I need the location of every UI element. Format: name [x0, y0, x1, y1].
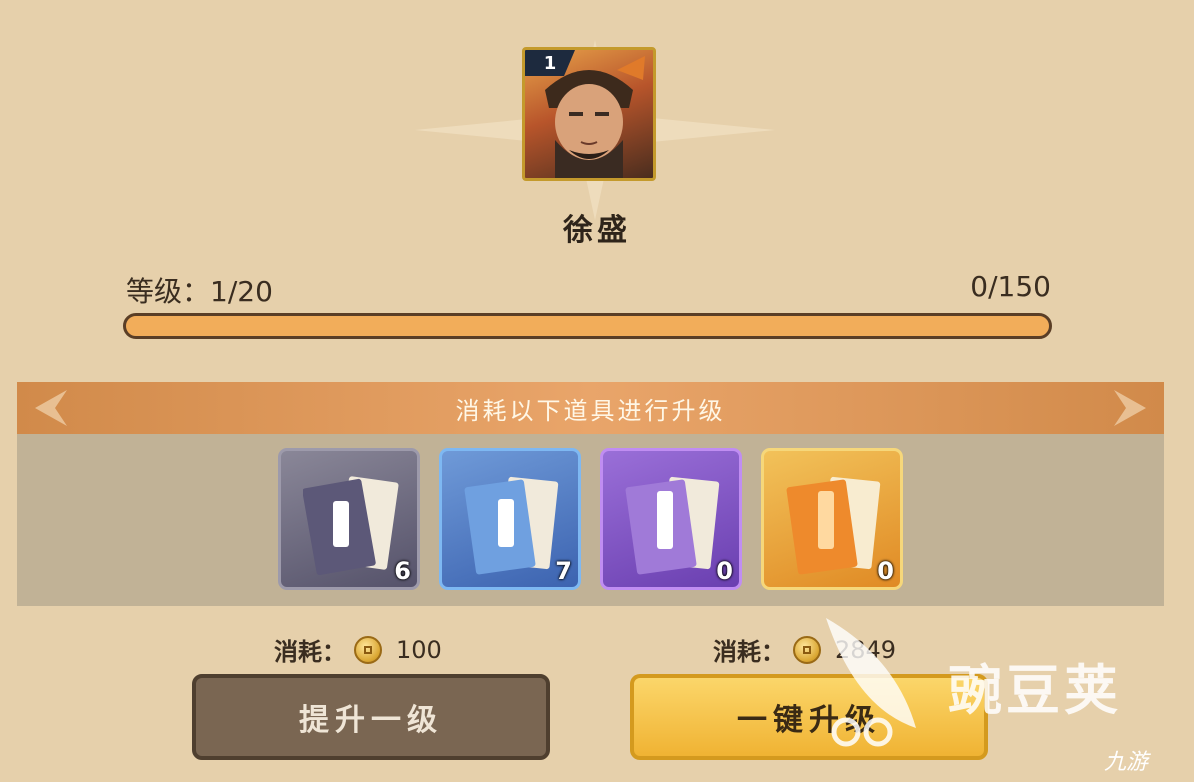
upgrade-one-button[interactable]: 提升一级 — [192, 674, 550, 760]
cost-amount: 100 — [396, 635, 442, 664]
item-count: 0 — [877, 557, 894, 585]
cost-label: 消耗： — [274, 638, 346, 666]
banner-left-ornament-icon — [35, 390, 67, 426]
item-count: 6 — [394, 557, 411, 585]
section-title: 消耗以下道具进行升级 — [455, 396, 726, 425]
level-label: 等级： — [126, 275, 211, 308]
banner-right-ornament-icon — [1114, 390, 1146, 426]
watermark-logo-icon — [826, 618, 916, 747]
exp-value: 0/150 — [970, 270, 1051, 303]
book-icon — [303, 476, 399, 575]
level-display: 等级：1/20 — [126, 270, 273, 310]
items-panel — [17, 434, 1164, 606]
watermark-text: 豌豆荚 — [948, 659, 1122, 722]
item-wuzi-bingfa[interactable]: 0 — [600, 448, 742, 590]
cost-single: 消耗： 100 — [274, 632, 442, 667]
hero-name: 徐盛 — [563, 213, 631, 248]
book-icon — [464, 476, 559, 575]
item-sunzi-bingfa[interactable]: 0 — [761, 448, 903, 590]
brand-watermark: 九游 — [1104, 750, 1149, 775]
cost-label: 消耗： — [713, 638, 785, 666]
exp-progress-bar — [123, 313, 1052, 339]
level-value: 1/20 — [210, 275, 273, 308]
item-sanlue[interactable]: 6 — [278, 448, 420, 590]
item-count: 7 — [555, 557, 572, 585]
item-count: 0 — [716, 557, 733, 585]
coin-icon — [354, 635, 382, 664]
book-icon — [625, 476, 720, 575]
section-banner: 消耗以下道具进行升级 — [17, 382, 1164, 434]
book-icon — [786, 476, 881, 575]
item-liutao[interactable]: 7 — [439, 448, 581, 590]
hero-portrait[interactable]: 1 — [522, 47, 656, 181]
